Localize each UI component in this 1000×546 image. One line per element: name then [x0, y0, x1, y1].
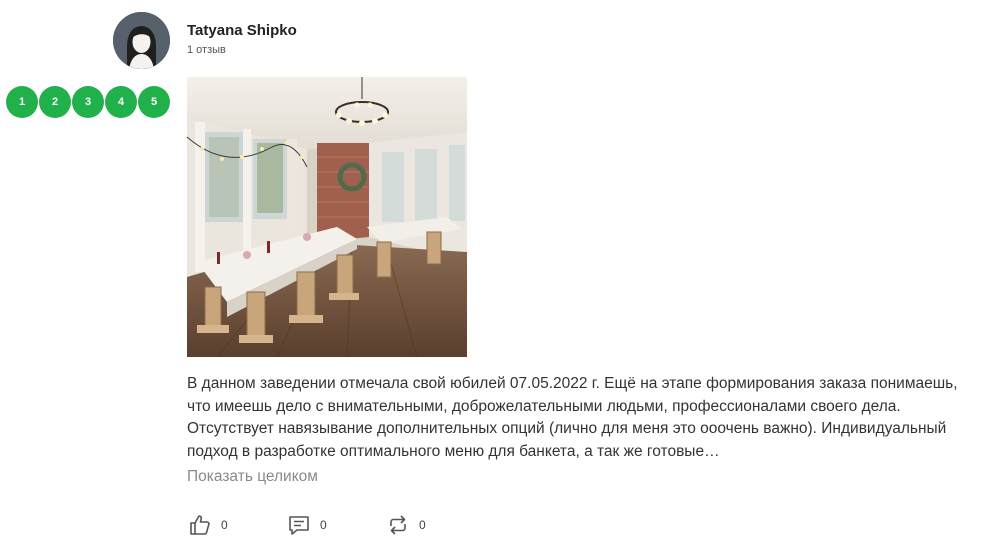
- author-name[interactable]: Tatyana Shipko: [187, 22, 297, 39]
- like-count: 0: [221, 518, 228, 532]
- repost-count: 0: [419, 518, 426, 532]
- rating-star-3: 3: [72, 86, 104, 118]
- rating-star-2: 2: [39, 86, 71, 118]
- rating-star-1: 1: [6, 86, 38, 118]
- avatar[interactable]: [113, 12, 170, 69]
- author-review-count: 1 отзыв: [187, 44, 226, 56]
- thumbs-up-icon: [190, 515, 210, 535]
- comment-icon: [289, 516, 309, 535]
- rating-star-5: 5: [138, 86, 170, 118]
- repost-button[interactable]: 0: [386, 513, 426, 537]
- review-text: В данном заведении отмечала свой юбилей …: [187, 375, 958, 460]
- show-full-link[interactable]: Показать целиком: [187, 468, 318, 486]
- rating-star-4: 4: [105, 86, 137, 118]
- like-button[interactable]: 0: [188, 513, 228, 537]
- rating-stars: 1 2 3 4 5: [6, 86, 170, 118]
- repost-icon: [390, 515, 406, 535]
- review-photo[interactable]: [187, 77, 467, 357]
- restaurant-interior-image: [187, 77, 467, 357]
- avatar-illustration: [113, 12, 170, 69]
- comment-button[interactable]: 0: [287, 513, 327, 537]
- comment-count: 0: [320, 518, 327, 532]
